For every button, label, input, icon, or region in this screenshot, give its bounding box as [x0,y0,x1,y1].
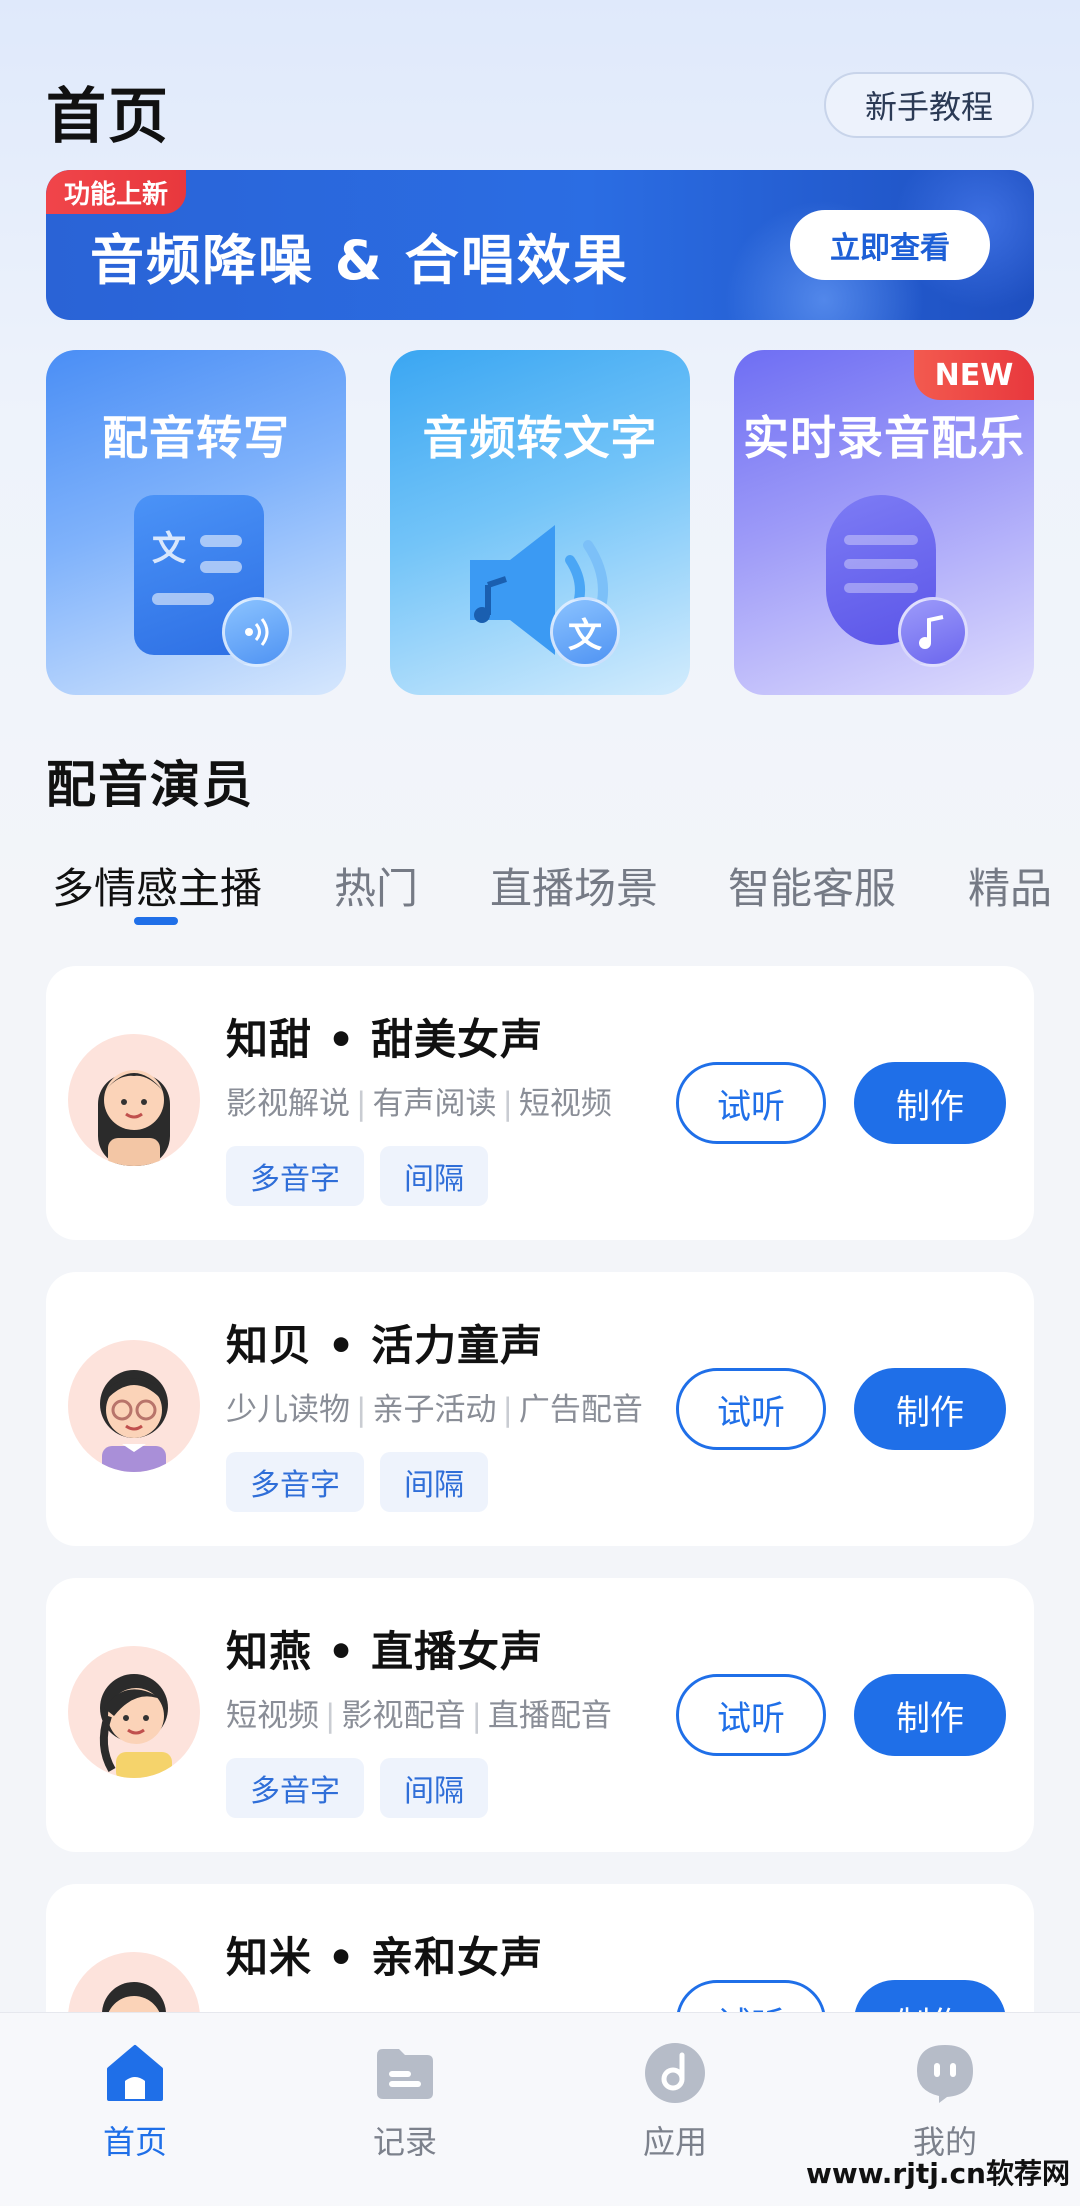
chip-interval: 间隔 [380,1146,488,1206]
banner-new-feature-tag: 功能上新 [46,170,187,214]
banner-view-button[interactable]: 立即查看 [790,210,990,280]
page-title: 首页 [46,82,170,152]
feature-card-audio-to-text[interactable]: 音频转文字 文 [390,350,690,695]
nav-home[interactable]: 首页 [70,2041,200,2163]
voice-tags: 短视频 | 影视配音 | 直播配音 [226,1698,612,1734]
new-badge: NEW [914,350,1034,400]
voice-card[interactable]: 知甜 • 甜美女声 影视解说 | 有声阅读 | 短视频 多音字 间隔 试听 制作 [46,966,1034,1240]
tab-multi-emotion[interactable]: 多情感主播 [52,855,262,916]
tab-smart-service[interactable]: 智能客服 [728,855,896,916]
chip-polyphone: 多音字 [226,1758,364,1818]
audio-waves-icon [222,597,292,667]
voice-tag: 广告配音 [518,1392,643,1428]
voice-card[interactable]: 知燕 • 直播女声 短视频 | 影视配音 | 直播配音 多音字 间隔 试听 制作 [46,1578,1034,1852]
feature-title: 实时录音配乐 [743,411,1025,465]
text-badge-icon: 文 [550,597,620,667]
avatar [68,1034,200,1166]
voice-card[interactable]: 知贝 • 活力童声 少儿读物 | 亲子活动 | 广告配音 多音字 间隔 试听 制作 [46,1272,1034,1546]
listen-button[interactable]: 试听 [676,1368,826,1450]
nav-label: 记录 [372,2123,437,2161]
voice-tag: 少儿读物 [226,1392,350,1428]
feature-title: 音频转文字 [422,411,658,465]
feature-row: 配音转写 文 音频转文字 文 NEW 实时录音配乐 [46,350,1034,695]
doc-line [200,535,242,547]
mic-line [844,559,918,569]
profile-chat-icon [913,2041,977,2105]
listen-button[interactable]: 试听 [676,1062,826,1144]
music-disc-icon [643,2041,707,2105]
chip-interval: 间隔 [380,1452,488,1512]
nav-apps[interactable]: 应用 [610,2041,740,2163]
voice-tag: 影视解说 [226,1086,350,1122]
tutorial-button[interactable]: 新手教程 [824,72,1034,138]
nav-records[interactable]: 记录 [340,2041,470,2163]
chip-interval: 间隔 [380,1758,488,1818]
avatar [68,1646,200,1778]
mic-line [844,583,918,593]
music-note-icon [898,597,968,667]
voice-tag: 短视频 [226,1698,319,1734]
header: 首页 新手教程 [46,60,1034,152]
voice-tags: 影视解说 | 有声阅读 | 短视频 [226,1086,612,1122]
voice-tag: 影视配音 [341,1698,466,1734]
make-button[interactable]: 制作 [854,1368,1006,1450]
listen-button[interactable]: 试听 [676,1674,826,1756]
make-button[interactable]: 制作 [854,1062,1006,1144]
folder-icon [373,2041,437,2105]
microphone-music-icon [734,485,1034,675]
chip-polyphone: 多音字 [226,1146,364,1206]
avatar [68,1340,200,1472]
home-icon [103,2041,167,2105]
document-audio-icon: 文 [46,485,346,675]
voice-tag: 短视频 [518,1086,612,1122]
doc-line [152,593,214,605]
tab-live-scene[interactable]: 直播场景 [490,855,658,916]
voice-name: 知燕 • 直播女声 [226,1627,544,1676]
nav-profile[interactable]: 我的 [880,2041,1010,2163]
tab-hot[interactable]: 热门 [334,855,418,916]
doc-glyph: 文 [152,529,186,569]
nav-label: 应用 [642,2123,707,2161]
chip-polyphone: 多音字 [226,1452,364,1512]
mic-line [844,535,918,545]
voice-tags: 少儿读物 | 亲子活动 | 广告配音 [226,1392,643,1428]
voice-tag: 直播配音 [487,1698,612,1734]
tab-active-indicator [134,917,178,925]
feature-card-dubbing-transcribe[interactable]: 配音转写 文 [46,350,346,695]
voice-name: 知贝 • 活力童声 [226,1321,544,1370]
watermark: www.rjtj.cn软荐网 [805,2157,1070,2190]
voice-category-tabs: 多情感主播 热门 直播场景 智能客服 精品 [0,855,1080,935]
section-title: 配音演员 [46,756,254,814]
doc-line [200,561,242,573]
bottom-nav: 首页 记录 应用 我的 www.rjtj.cn软荐网 [0,2012,1080,2206]
voice-name: 知甜 • 甜美女声 [226,1015,544,1064]
banner-title: 音频降噪 & 合唱效果 [90,229,629,292]
voice-tag: 有声阅读 [372,1086,497,1122]
promo-banner[interactable]: 功能上新 音频降噪 & 合唱效果 立即查看 [46,170,1034,320]
tab-premium[interactable]: 精品 [968,855,1052,916]
speaker-text-icon: 文 [390,485,690,675]
voice-tag: 亲子活动 [372,1392,497,1428]
nav-label: 首页 [102,2123,167,2161]
voice-name: 知米 • 亲和女声 [226,1933,544,1982]
feature-title: 配音转写 [102,411,290,465]
feature-card-realtime-recording[interactable]: NEW 实时录音配乐 [734,350,1034,695]
make-button[interactable]: 制作 [854,1674,1006,1756]
